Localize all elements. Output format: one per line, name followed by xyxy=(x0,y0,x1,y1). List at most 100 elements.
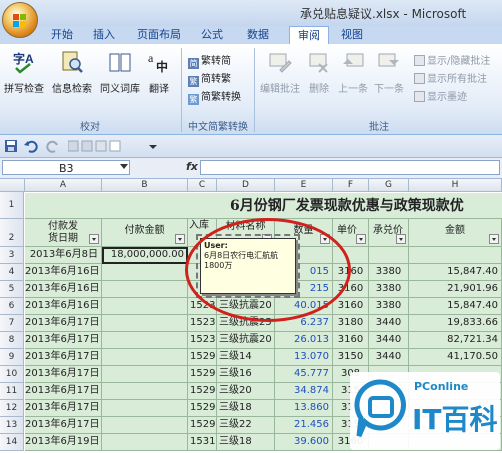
tab-page-layout[interactable]: 页面布局 xyxy=(130,26,188,44)
table-cell[interactable] xyxy=(102,417,188,434)
row-header[interactable]: 10 xyxy=(0,366,24,383)
column-header[interactable]: A xyxy=(25,179,102,192)
table-cell[interactable] xyxy=(102,298,188,315)
table-cell[interactable] xyxy=(102,366,188,383)
table-cell[interactable]: 2013年6月16日 xyxy=(25,298,102,315)
table-cell[interactable]: 1523 xyxy=(188,315,217,332)
show-all-comments-button[interactable]: 显示所有批注 xyxy=(414,70,487,85)
table-cell[interactable] xyxy=(102,332,188,349)
name-box-dropdown-icon[interactable] xyxy=(120,164,128,170)
table-cell[interactable]: 15,847.40 xyxy=(409,298,502,315)
tab-view[interactable]: 视图 xyxy=(334,26,370,44)
column-header[interactable]: G xyxy=(369,179,409,192)
table-cell[interactable]: 19,833.66 xyxy=(409,315,502,332)
table-cell[interactable]: 1529 xyxy=(188,400,217,417)
customize-toolbar-icon[interactable] xyxy=(148,141,158,151)
table-cell[interactable]: 1529 xyxy=(188,383,217,400)
table-cell[interactable]: 1523 xyxy=(188,332,217,349)
table-cell[interactable]: 15,847.40 xyxy=(409,264,502,281)
header-total[interactable]: 金额 xyxy=(409,219,502,247)
table-cell[interactable]: 三级18 xyxy=(217,434,275,451)
table-cell[interactable]: 1529 xyxy=(188,349,217,366)
row-header[interactable]: 14 xyxy=(0,434,24,451)
previous-comment-button[interactable]: 上一条 xyxy=(336,50,370,95)
table-cell[interactable] xyxy=(409,247,502,264)
table-cell[interactable]: 3440 xyxy=(369,332,409,349)
table-cell[interactable]: 39.600 xyxy=(275,434,333,451)
header-amount[interactable]: 付款金额 xyxy=(102,219,188,247)
sheet-title[interactable]: 6月份钢厂发票现款优惠与政策现款优 xyxy=(25,193,502,219)
row-header[interactable]: 5 xyxy=(0,281,24,298)
column-header[interactable]: B xyxy=(102,179,188,192)
table-cell[interactable]: 3440 xyxy=(369,349,409,366)
row-header[interactable]: 6 xyxy=(0,298,24,315)
row-header[interactable]: 12 xyxy=(0,400,24,417)
column-header[interactable]: E xyxy=(275,179,333,192)
table-cell[interactable]: 3380 xyxy=(369,281,409,298)
table-cell[interactable]: 82,721.34 xyxy=(409,332,502,349)
row-header[interactable]: 4 xyxy=(0,264,24,281)
formula-input[interactable] xyxy=(200,160,500,175)
toolbar-extra-icons[interactable] xyxy=(68,139,128,153)
filter-dropdown-icon[interactable] xyxy=(396,234,406,244)
table-cell[interactable]: 2013年6月17日 xyxy=(25,400,102,417)
table-cell[interactable]: 3380 xyxy=(369,298,409,315)
convert-button[interactable]: 繁简繁转换 xyxy=(188,88,241,105)
insert-function-icon[interactable]: fx xyxy=(186,160,198,173)
table-cell[interactable]: 41,170.50 xyxy=(409,349,502,366)
to-simplified-button[interactable]: 简繁转简 xyxy=(188,52,231,69)
table-cell[interactable] xyxy=(102,264,188,281)
thesaurus-button[interactable]: 同义词库 xyxy=(98,50,142,95)
show-ink-button[interactable]: 显示墨迹 xyxy=(414,88,467,103)
table-cell[interactable] xyxy=(369,247,409,264)
delete-comment-button[interactable]: 删除 xyxy=(304,50,334,95)
row-header[interactable]: 8 xyxy=(0,332,24,349)
research-button[interactable]: 信息检索 xyxy=(50,50,94,95)
table-cell[interactable]: 2013年6月17日 xyxy=(25,417,102,434)
row-header[interactable]: 11 xyxy=(0,383,24,400)
column-header[interactable]: H xyxy=(409,179,502,192)
table-cell[interactable]: 3380 xyxy=(369,264,409,281)
to-traditional-button[interactable]: 繁简转繁 xyxy=(188,70,231,87)
selected-cell[interactable]: 18,000,000.00 xyxy=(102,247,188,264)
column-header[interactable]: F xyxy=(333,179,369,192)
table-cell[interactable]: 13.860 xyxy=(275,400,333,417)
table-cell[interactable]: 26.013 xyxy=(275,332,333,349)
table-cell[interactable] xyxy=(102,281,188,298)
undo-icon[interactable] xyxy=(24,139,38,153)
table-cell[interactable]: 2013年6月17日 xyxy=(25,349,102,366)
translate-button[interactable]: a 中 翻译 xyxy=(144,50,174,95)
row-header[interactable]: 9 xyxy=(0,349,24,366)
spell-check-button[interactable]: 字A 拼写检查 xyxy=(4,50,44,95)
table-cell[interactable]: 2013年6月16日 xyxy=(25,281,102,298)
table-cell[interactable]: 2013年6月17日 xyxy=(25,315,102,332)
table-cell[interactable] xyxy=(102,315,188,332)
filter-dropdown-icon[interactable] xyxy=(356,234,366,244)
column-header[interactable]: C xyxy=(188,179,217,192)
table-cell[interactable]: 3150 xyxy=(333,349,369,366)
tab-insert[interactable]: 插入 xyxy=(86,26,122,44)
table-cell[interactable] xyxy=(102,434,188,451)
table-cell[interactable]: 13.070 xyxy=(275,349,333,366)
table-cell[interactable]: 三级14 xyxy=(217,349,275,366)
table-cell[interactable]: 34.874 xyxy=(275,383,333,400)
table-cell[interactable] xyxy=(102,383,188,400)
table-cell[interactable]: 2013年6月17日 xyxy=(25,383,102,400)
table-cell[interactable]: 三级20 xyxy=(217,383,275,400)
table-cell[interactable]: 1529 xyxy=(188,417,217,434)
table-cell[interactable]: 三级抗震20 xyxy=(217,332,275,349)
row-header[interactable]: 2 xyxy=(0,219,24,247)
filter-dropdown-icon[interactable] xyxy=(489,234,499,244)
table-cell[interactable]: 21.456 xyxy=(275,417,333,434)
name-box[interactable]: B3 xyxy=(2,160,130,175)
table-cell[interactable]: 3180 xyxy=(333,315,369,332)
table-cell[interactable]: 45.777 xyxy=(275,366,333,383)
tab-data[interactable]: 数据 xyxy=(240,26,276,44)
tab-formulas[interactable]: 公式 xyxy=(194,26,230,44)
table-cell[interactable]: 2013年6月17日 xyxy=(25,366,102,383)
table-cell[interactable] xyxy=(102,400,188,417)
row-header[interactable]: 3 xyxy=(0,247,24,264)
table-cell[interactable]: 三级18 xyxy=(217,400,275,417)
table-cell[interactable]: 2013年6月19日 xyxy=(25,434,102,451)
table-cell[interactable]: 三级22 xyxy=(217,417,275,434)
